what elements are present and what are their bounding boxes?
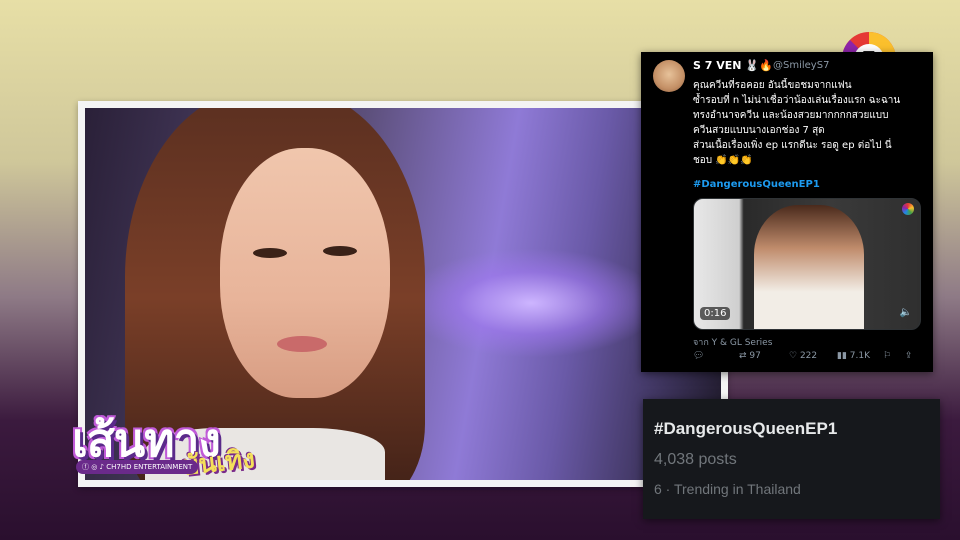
social-bar-text: CH7HD ENTERTAINMENT: [106, 463, 193, 471]
lips: [277, 336, 327, 352]
tweet-video[interactable]: 0:16 🔈: [693, 198, 921, 330]
trend-rank: 6 · Trending in Thailand: [654, 481, 801, 497]
show-logo: เส้นทาง บันเทิง ⓕ ◎ ♪ CH7HD ENTERTAINMEN…: [72, 404, 287, 482]
share-icon: ⇪: [905, 351, 913, 361]
mute-icon[interactable]: 🔈: [900, 307, 912, 318]
tweet-line: ควีนสวยแบบนางเอกช่อง 7 สุด: [693, 125, 825, 136]
views-count: 7.1K: [849, 351, 870, 361]
trend-post-count: 4,038 posts: [654, 451, 737, 468]
trend-hashtag[interactable]: #DangerousQueenEP1: [654, 419, 837, 439]
channel7-mini-icon: [902, 203, 914, 215]
reply-button[interactable]: 💬︎: [693, 351, 704, 361]
avatar[interactable]: [653, 60, 685, 92]
tweet-text: คุณควีนที่รอคอย อันนี้ขอชมจากแฟน ซ้ำรอบท…: [693, 78, 927, 168]
tweet-display-name[interactable]: S 7 VEN 🐰🔥: [693, 59, 773, 72]
tweet-line: ซ้ำรอบที่ n ไม่น่าเชื่อว่าน้องเล่นเรื่อง…: [693, 95, 901, 106]
video-duration: 0:16: [700, 307, 731, 320]
tweet-line: ส่วนเนื้อเรื่องเพิ่ง ep แรกดีนะ รอดู ep …: [693, 140, 892, 151]
views-button[interactable]: ▮▮ 7.1K: [837, 351, 870, 361]
like-button[interactable]: ♡ 222: [789, 351, 817, 361]
views-icon: ▮▮: [837, 351, 850, 361]
background-light: [401, 248, 661, 358]
retweet-icon: ⇄: [739, 351, 750, 361]
retweet-button[interactable]: ⇄ 97: [739, 351, 761, 361]
actress-face: [220, 148, 390, 398]
facebook-icon: ⓕ ◎ ♪: [82, 463, 107, 471]
tweet-line: ชอบ 👏👏👏: [693, 155, 753, 166]
like-count: 222: [799, 351, 818, 361]
tweet-handle[interactable]: @SmileyS7: [773, 60, 829, 71]
reply-icon: 💬︎: [693, 351, 705, 361]
bookmark-button[interactable]: ⚐: [883, 351, 891, 361]
share-button[interactable]: ⇪: [905, 351, 913, 361]
left-eye: [253, 248, 287, 258]
video-person: [754, 205, 864, 329]
tweet-source[interactable]: จาก Y & GL Series: [693, 335, 772, 349]
trending-card[interactable]: #DangerousQueenEP1 4,038 posts 6 · Trend…: [643, 399, 940, 519]
tweet-line: คุณควีนที่รอคอย อันนี้ขอชมจากแฟน: [693, 80, 852, 91]
bookmark-icon: ⚐: [883, 351, 892, 361]
tweet-card[interactable]: S 7 VEN 🐰🔥 @SmileyS7 คุณควีนที่รอคอย อัน…: [641, 52, 933, 372]
tweet-actions: 💬︎ ⇄ 97 ♡ 222 ▮▮ 7.1K ⚐ ⇪: [693, 351, 919, 365]
tweet-line: ทรงอำนาจควีน และน้องสวยมากกกกสวยแบบ: [693, 110, 889, 121]
retweet-count: 97: [749, 351, 761, 361]
heart-icon: ♡: [789, 351, 800, 361]
right-eye: [323, 246, 357, 256]
tweet-hashtag-link[interactable]: #DangerousQueenEP1: [693, 179, 820, 190]
logo-social-bar: ⓕ ◎ ♪ CH7HD ENTERTAINMENT: [76, 460, 199, 474]
